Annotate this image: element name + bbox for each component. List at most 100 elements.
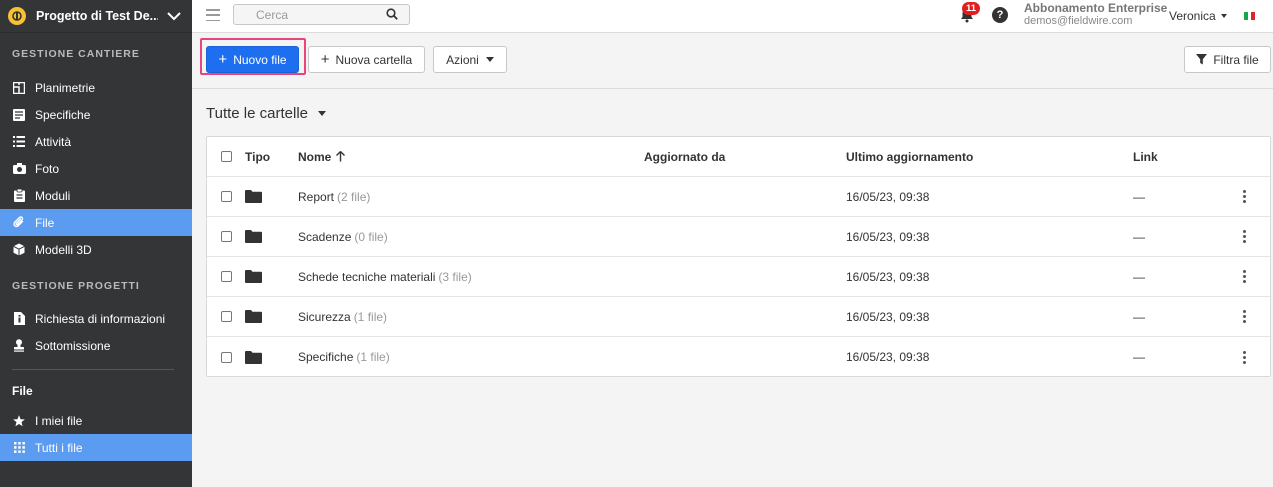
table-row[interactable]: Sicurezza (1 file) 16/05/23, 09:38 —	[207, 297, 1270, 337]
row-checkbox[interactable]	[221, 177, 232, 216]
project-name: Progetto di Test De...	[36, 9, 158, 23]
sidebar-item-richiesta-informazioni[interactable]: Richiesta di informazioni	[0, 305, 192, 332]
kebab-menu-icon[interactable]	[1243, 337, 1246, 377]
column-header-type[interactable]: Tipo	[245, 137, 270, 176]
italian-flag-icon[interactable]	[1244, 12, 1256, 20]
file-name-cell[interactable]: Sicurezza (1 file)	[298, 297, 387, 336]
caret-down-icon	[485, 57, 494, 62]
new-file-button[interactable]: + Nuovo file	[206, 46, 299, 73]
row-checkbox[interactable]	[221, 297, 232, 336]
search-icon[interactable]	[386, 8, 398, 23]
link-cell: —	[1133, 269, 1145, 284]
actions-dropdown-button[interactable]: Azioni	[433, 46, 507, 73]
column-header-link[interactable]: Link	[1133, 137, 1158, 176]
folder-icon	[245, 217, 262, 256]
project-logo-icon	[8, 7, 26, 25]
grid-icon	[12, 441, 26, 455]
file-count: (1 file)	[356, 350, 390, 364]
paperclip-icon	[12, 216, 26, 230]
sidebar-item-label: Specifiche	[35, 107, 91, 122]
sidebar-item-moduli[interactable]: Moduli	[0, 182, 192, 209]
new-folder-button[interactable]: + Nuova cartella	[308, 46, 425, 73]
column-header-last-update[interactable]: Ultimo aggiornamento	[846, 137, 973, 176]
sidebar-item-modelli-3d[interactable]: Modelli 3D	[0, 236, 192, 263]
sidebar-item-label: Tutti i file	[35, 440, 83, 455]
clipboard-icon	[12, 189, 26, 203]
table-row[interactable]: Scadenze (0 file) 16/05/23, 09:38 —	[207, 217, 1270, 257]
kebab-menu-icon[interactable]	[1243, 297, 1246, 336]
sidebar-item-attivita[interactable]: Attività	[0, 128, 192, 155]
sidebar: Progetto di Test De... GESTIONE CANTIERE…	[0, 0, 192, 487]
sidebar-item-specifiche[interactable]: Specifiche	[0, 101, 192, 128]
table-row[interactable]: Specifiche (1 file) 16/05/23, 09:38 —	[207, 337, 1270, 377]
sidebar-item-planimetrie[interactable]: Planimetrie	[0, 74, 192, 101]
sidebar-item-label: Modelli 3D	[35, 242, 92, 257]
row-checkbox[interactable]	[221, 337, 232, 377]
file-count: (2 file)	[337, 189, 371, 204]
file-name-cell[interactable]: Scadenze (0 file)	[298, 217, 388, 256]
folder-icon	[245, 177, 262, 216]
last-update-cell: 16/05/23, 09:38	[846, 229, 930, 244]
column-header-name-label: Nome	[298, 149, 332, 164]
sidebar-item-foto[interactable]: Foto	[0, 155, 192, 182]
actions-label: Azioni	[446, 52, 479, 67]
section-title-file: File	[12, 384, 33, 398]
sidebar-item-label: Planimetrie	[35, 80, 96, 95]
folder-name[interactable]: Schede tecniche materiali	[298, 270, 435, 284]
filter-files-button[interactable]: Filtra file	[1184, 46, 1271, 73]
folder-name[interactable]: Sicurezza	[298, 310, 351, 324]
folder-name[interactable]: Scadenze	[298, 230, 351, 244]
sidebar-item-label: Foto	[35, 161, 60, 176]
sidebar-item-label: File	[35, 215, 55, 230]
select-all-checkbox[interactable]	[221, 137, 232, 176]
folder-name[interactable]: Report	[298, 190, 334, 204]
table-header-row: Tipo Nome Aggiornato da Ultimo aggiornam…	[207, 137, 1270, 177]
table-row[interactable]: Schede tecniche materiali (3 file) 16/05/…	[207, 257, 1270, 297]
caret-down-icon	[1220, 14, 1227, 18]
kebab-menu-icon[interactable]	[1243, 257, 1246, 296]
file-name-cell[interactable]: Report (2 file)	[298, 177, 370, 216]
row-checkbox[interactable]	[221, 257, 232, 296]
sort-arrow-up-icon	[336, 151, 346, 162]
camera-icon	[12, 162, 26, 176]
stamp-icon	[12, 339, 26, 353]
kebab-menu-icon[interactable]	[1243, 177, 1246, 216]
folder-selector[interactable]: Tutte le cartelle	[206, 105, 326, 122]
new-file-label: Nuovo file	[233, 52, 287, 67]
toolbar: + Nuovo file + Nuova cartella Azioni Fil…	[192, 33, 1273, 89]
chevron-down-icon[interactable]	[164, 6, 184, 26]
section-title-progetti: GESTIONE PROGETTI	[12, 280, 140, 292]
file-count: (1 file)	[353, 309, 388, 324]
sidebar-item-label: Sottomissione	[35, 338, 111, 353]
column-header-name[interactable]: Nome	[298, 137, 346, 176]
kebab-menu-icon[interactable]	[1243, 217, 1246, 256]
project-switcher[interactable]: Progetto di Test De...	[0, 0, 192, 33]
folder-icon	[245, 257, 262, 296]
row-checkbox[interactable]	[221, 217, 232, 256]
info-doc-icon	[12, 312, 26, 326]
table-row[interactable]: Report (2 file) 16/05/23, 09:38 —	[207, 177, 1270, 217]
hamburger-menu-icon[interactable]	[206, 9, 220, 21]
folder-name[interactable]: Specifiche	[298, 350, 353, 364]
user-menu[interactable]: Veronica	[1169, 9, 1227, 23]
plus-icon: +	[320, 51, 330, 68]
column-header-updated-by[interactable]: Aggiornato da	[644, 137, 725, 176]
sidebar-item-sottomissione[interactable]: Sottomissione	[0, 332, 192, 359]
link-cell: —	[1133, 229, 1145, 244]
last-update-cell: 16/05/23, 09:38	[846, 269, 930, 284]
list-icon	[12, 135, 26, 149]
section-title-cantiere: GESTIONE CANTIERE	[12, 48, 140, 60]
folder-icon	[245, 297, 262, 336]
sidebar-item-i-miei-file[interactable]: I miei file	[0, 407, 192, 434]
subscription-title: Abbonamento Enterprise	[1024, 1, 1168, 15]
specs-icon	[12, 108, 26, 122]
search-input[interactable]	[256, 7, 376, 22]
search-box[interactable]	[233, 4, 410, 25]
help-icon[interactable]: ?	[992, 7, 1008, 23]
sidebar-item-file[interactable]: File	[0, 209, 192, 236]
sidebar-item-tutti-i-file[interactable]: Tutti i file	[0, 434, 192, 461]
file-name-cell[interactable]: Schede tecniche materiali (3 file)	[298, 257, 472, 296]
file-name-cell[interactable]: Specifiche (1 file)	[298, 337, 390, 377]
filter-label: Filtra file	[1213, 52, 1259, 67]
caret-down-icon	[318, 111, 326, 116]
